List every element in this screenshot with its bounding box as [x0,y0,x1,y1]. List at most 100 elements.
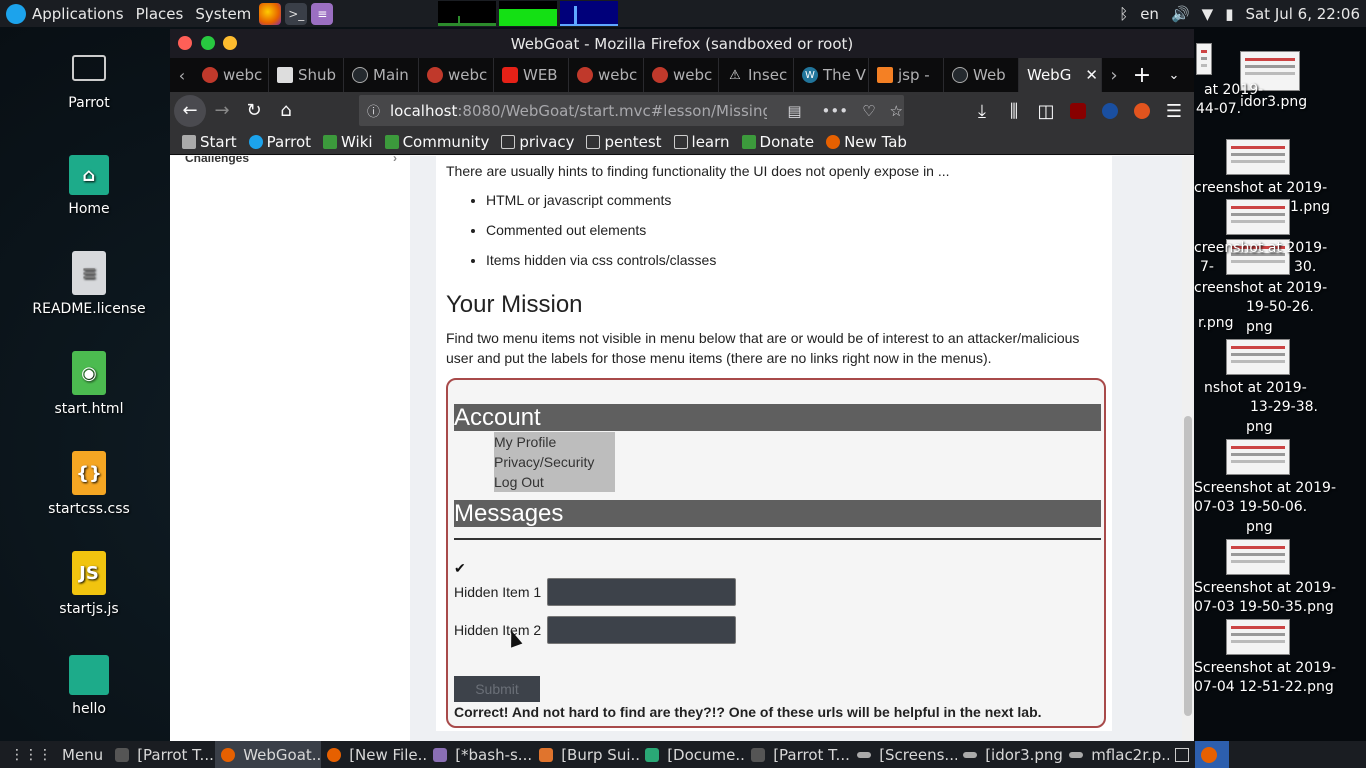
bookmark-star-icon[interactable]: ☆ [890,102,903,120]
page-actions-icon[interactable]: ••• [822,102,849,120]
taskbar-item[interactable]: mflac2r.p... [1063,741,1169,768]
tab[interactable]: jsp - [869,58,944,92]
menu-item-log-out[interactable]: Log Out [494,472,615,492]
tab[interactable]: webc [194,58,269,92]
desktop-icon-home[interactable]: ⌂ Home [19,155,159,217]
ublock-extension-icon[interactable] [1062,95,1094,127]
close-tab-icon[interactable]: ✕ [1085,66,1098,84]
bookmark-folder-pentest[interactable]: pentest [580,133,667,151]
tab[interactable]: webc [644,58,719,92]
file-thumbnail[interactable] [1226,539,1290,575]
bookmark-donate[interactable]: Donate [736,133,821,151]
taskbar-item[interactable]: [idor3.png] [957,741,1063,768]
desktop-icon-hello[interactable]: hello [19,655,159,717]
taskbar-item[interactable]: [Burp Sui... [533,741,639,768]
bookmark-wiki[interactable]: Wiki [317,133,379,151]
tab[interactable]: webc [569,58,644,92]
site-info-icon[interactable]: ⓘ [367,101,380,120]
page-scrollbar[interactable] [1182,156,1194,741]
minimize-window-button[interactable] [223,36,237,50]
submit-button[interactable]: Submit [454,676,540,702]
taskbar-item[interactable]: [Docume... [639,741,745,768]
hamburger-menu-icon[interactable]: ☰ [1158,95,1190,127]
menu-button[interactable]: ⋮⋮⋮ Menu [0,741,109,768]
taskbar-item[interactable]: [Parrot T... [745,741,851,768]
menu-item-privacy-security[interactable]: Privacy/Security [494,452,615,472]
file-thumbnail[interactable] [1226,339,1290,375]
text-editor-launcher-icon[interactable]: ≡ [311,2,334,25]
battery-icon[interactable]: ▮ [1219,0,1239,27]
tabs-scroll-right-icon[interactable]: › [1102,59,1126,91]
menu-header-account[interactable]: Account [454,404,1101,431]
tab[interactable]: Web [944,58,1019,92]
file-thumbnail[interactable] [1226,619,1290,655]
file-thumbnail[interactable] [1226,199,1290,235]
scrollbar-thumb[interactable] [1184,416,1192,716]
bookmark-community[interactable]: Community [379,133,496,151]
tab[interactable]: webc [419,58,494,92]
desktop-icon-readme[interactable]: ≡ README.license [19,251,159,317]
tab[interactable]: WEB [494,58,569,92]
taskbar-item[interactable]: [Screens... [851,741,957,768]
file-thumbnail[interactable] [1196,43,1212,75]
tab[interactable]: Shub [269,58,344,92]
forward-icon[interactable]: → [206,95,238,127]
terminal-launcher-icon[interactable]: >_ [285,2,308,25]
tab-active[interactable]: WebG ✕ [1019,58,1102,92]
desktop-icon-parrot[interactable]: Parrot [19,55,159,111]
clock[interactable]: Sat Jul 6, 22:06 [1239,0,1366,27]
taskbar-item[interactable]: [*bash-s... [427,741,533,768]
reader-view-icon[interactable]: ▤ [787,102,801,120]
network-graph [560,1,619,26]
list-tabs-icon[interactable]: ⌄ [1158,59,1190,91]
sidebar-toggle-icon[interactable]: ◫ [1030,95,1062,127]
tabs-scroll-left-icon[interactable]: ‹ [170,59,194,91]
file-thumbnail[interactable] [1226,139,1290,175]
hidden-item-2-input[interactable] [547,616,736,644]
bookmark-parrot[interactable]: Parrot [243,133,317,151]
bookmark-start[interactable]: Start [176,133,243,151]
firefox-tray-icon[interactable] [1195,741,1230,768]
extension-s-icon[interactable] [1094,95,1126,127]
window-titlebar[interactable]: WebGoat - Mozilla Firefox (sandboxed or … [170,29,1194,58]
foxyproxy-extension-icon[interactable] [1126,95,1158,127]
desktop-icon-startcss[interactable]: {} startcss.css [19,451,159,517]
url-bar[interactable]: ⓘ localhost:8080/WebGoat/start.mvc#lesso… [359,95,904,126]
library-icon[interactable]: ⫼ [998,95,1030,127]
places-menu[interactable]: Places [130,0,190,27]
network-wifi-icon[interactable]: ▼ [1196,0,1220,27]
desktop-icon-startjs[interactable]: JS startjs.js [19,551,159,617]
reload-icon[interactable]: ↻ [238,95,270,127]
system-menu[interactable]: System [189,0,257,27]
pocket-icon[interactable]: ♡ [862,102,875,120]
tab[interactable]: Main [344,58,419,92]
desktop-icon-start-html[interactable]: ◉ start.html [19,351,159,417]
hidden-item-1-input[interactable] [547,578,736,606]
keyboard-layout[interactable]: en [1134,0,1165,27]
bookmark-folder-privacy[interactable]: privacy [495,133,580,151]
applications-menu[interactable]: Applications [0,0,130,27]
close-window-button[interactable] [178,36,192,50]
back-icon[interactable]: ← [174,94,206,127]
bluetooth-icon[interactable]: ᛒ [1113,0,1134,27]
menu-header-messages[interactable]: Messages [454,500,1101,527]
taskbar-item[interactable]: [Parrot T... [109,741,215,768]
menu-item-my-profile[interactable]: My Profile [494,432,615,452]
new-tab-icon[interactable]: + [1126,59,1158,91]
tab-label: WebG [1027,66,1072,84]
maximize-window-button[interactable] [201,36,215,50]
volume-icon[interactable]: 🔊 [1165,0,1196,27]
tab[interactable]: ⚠ Insec [719,58,794,92]
firefox-launcher-icon[interactable] [259,2,282,25]
bookmark-new-tab[interactable]: New Tab [820,133,913,151]
taskbar-item-active[interactable]: WebGoat... [215,741,322,768]
home-icon[interactable]: ⌂ [270,95,302,127]
taskbar-item[interactable]: [New File... [321,741,427,768]
firefox-icon [221,747,236,762]
file-thumbnail[interactable] [1226,439,1290,475]
sidebar-item-challenges[interactable]: Challenges › [185,156,397,165]
workspace-switcher-icon[interactable] [1169,741,1195,768]
bookmark-folder-learn[interactable]: learn [668,133,736,151]
tab[interactable]: W The V [794,58,869,92]
downloads-icon[interactable]: ⤓ [966,95,998,127]
